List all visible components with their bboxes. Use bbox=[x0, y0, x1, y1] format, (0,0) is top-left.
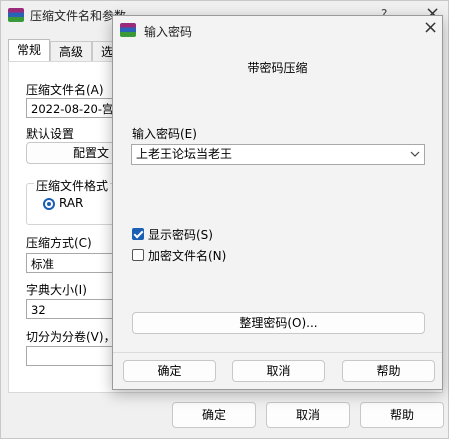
winrar-icon bbox=[8, 8, 24, 22]
help-button[interactable]: 帮助 bbox=[342, 360, 435, 382]
back-cancel-button[interactable]: 取消 bbox=[266, 402, 350, 428]
cancel-button[interactable]: 取消 bbox=[232, 360, 325, 382]
dictionary-label: 字典大小(I) bbox=[26, 283, 87, 297]
dialog-heading: 带密码压缩 bbox=[247, 61, 308, 75]
password-input[interactable]: 上老王论坛当老王 bbox=[131, 144, 425, 165]
default-settings-label: 默认设置 bbox=[26, 127, 75, 141]
password-dialog: 输入密码 × 带密码压缩 输入密码(E) 上老王论坛当老王 显示密码(S) 加密… bbox=[112, 15, 443, 390]
split-volumes-label: 切分为分卷(V)， bbox=[26, 330, 116, 344]
tab-bar: 常规 高级 选 bbox=[8, 39, 123, 62]
dialog-separator bbox=[113, 352, 442, 353]
show-password-label: 显示密码(S) bbox=[148, 228, 213, 242]
tab-advanced[interactable]: 高级 bbox=[50, 41, 93, 62]
tab-general[interactable]: 常规 bbox=[8, 39, 51, 62]
archive-name-label: 压缩文件名(A) bbox=[26, 83, 104, 97]
back-help-button[interactable]: 帮助 bbox=[360, 402, 444, 428]
dialog-close-icon[interactable]: × bbox=[423, 17, 438, 38]
encrypt-filenames-label: 加密文件名(N) bbox=[148, 249, 227, 263]
format-group-label: 压缩文件格式 bbox=[34, 177, 111, 194]
method-label: 压缩方式(C) bbox=[26, 236, 92, 250]
split-volumes-field[interactable] bbox=[26, 346, 116, 366]
dialog-winrar-icon bbox=[120, 23, 136, 37]
archive-name-field[interactable]: 2022-08-20-宫廷 bbox=[26, 98, 116, 118]
show-password-checkbox[interactable] bbox=[132, 228, 144, 240]
organize-passwords-button[interactable]: 整理密码(O)... bbox=[132, 312, 425, 334]
radio-rar[interactable] bbox=[43, 198, 55, 210]
ok-button[interactable]: 确定 bbox=[123, 360, 216, 382]
method-select[interactable]: 标准 bbox=[26, 253, 116, 273]
password-label: 输入密码(E) bbox=[132, 127, 197, 141]
encrypt-filenames-checkbox[interactable] bbox=[132, 249, 144, 261]
dialog-titlebar: 输入密码 × bbox=[113, 16, 442, 44]
radio-rar-label: RAR bbox=[59, 196, 84, 210]
dialog-title: 输入密码 bbox=[144, 25, 193, 39]
dictionary-select[interactable]: 32 bbox=[26, 299, 116, 319]
back-ok-button[interactable]: 确定 bbox=[172, 402, 256, 428]
password-value: 上老王论坛当老王 bbox=[136, 147, 233, 161]
profiles-button[interactable]: 配置文 bbox=[26, 142, 121, 164]
chevron-down-icon[interactable] bbox=[410, 151, 420, 158]
